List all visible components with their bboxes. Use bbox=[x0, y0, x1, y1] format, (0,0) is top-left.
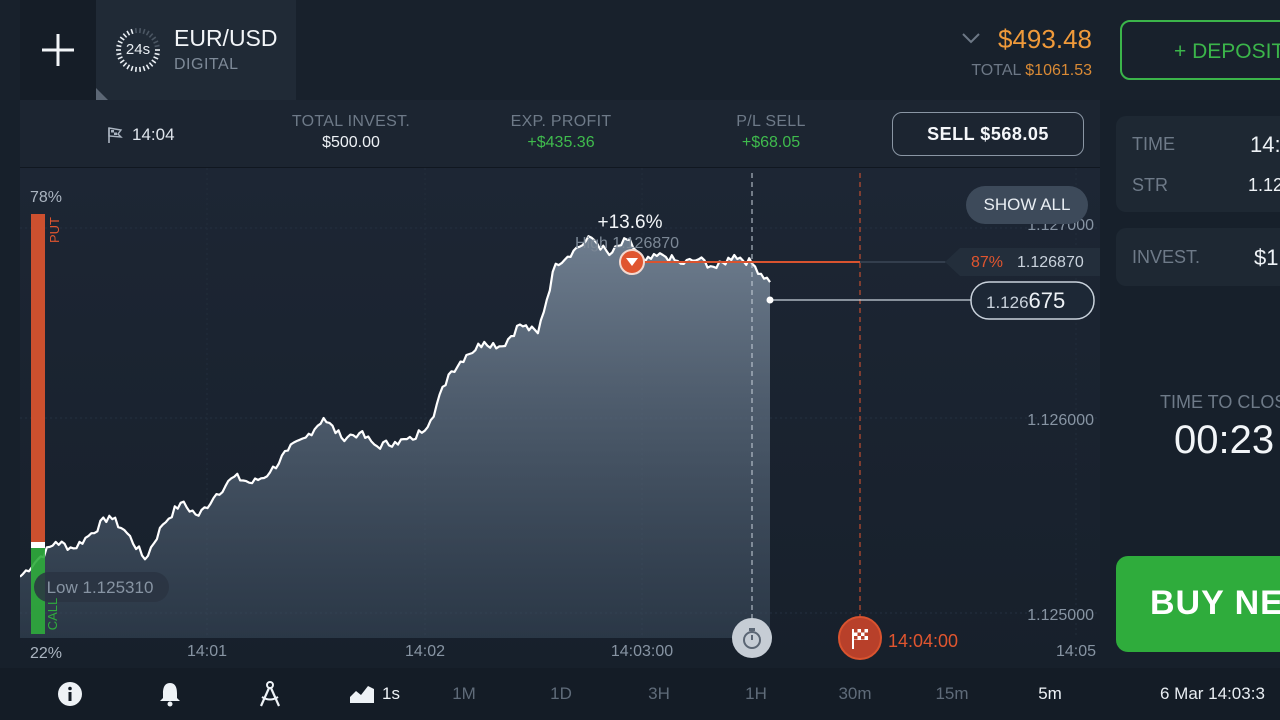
strike-percentage: 87% bbox=[971, 254, 1003, 271]
current-date-time: 6 Mar 14:03:3 bbox=[1160, 684, 1265, 703]
y-tick-label: 1.125000 bbox=[1027, 607, 1094, 624]
total-invest: TOTAL INVEST. $500.00 bbox=[251, 113, 451, 152]
pl-sell-label: P/L SELL bbox=[736, 113, 806, 130]
strike-value: 1.12687 bbox=[1248, 175, 1280, 195]
y-tick-label: 1.126000 bbox=[1027, 412, 1094, 429]
compass-icon bbox=[259, 681, 281, 707]
alerts-button[interactable] bbox=[150, 668, 190, 720]
total-balance: TOTAL $1061.53 bbox=[971, 62, 1092, 80]
high-label: High 1.126870 bbox=[575, 235, 679, 252]
tab-corner-icon bbox=[96, 88, 108, 100]
invest-value: $1 bbox=[1254, 245, 1279, 270]
strike-label: STR bbox=[1132, 175, 1168, 195]
plus-icon bbox=[42, 34, 74, 66]
invest-label: INVEST. bbox=[1132, 247, 1201, 267]
asset-type: DIGITAL bbox=[174, 56, 239, 73]
high-change: +13.6% bbox=[598, 212, 663, 233]
position-info-bar: 14:04 TOTAL INVEST. $500.00 EXP. PROFIT … bbox=[20, 100, 1100, 168]
x-tick-label: 14:01 bbox=[187, 643, 227, 660]
strike-price: 1.126870 bbox=[1017, 254, 1084, 271]
top-bar: 24s EUR/USD DIGITAL $493.48 TOTAL $1061.… bbox=[0, 0, 1280, 100]
exp-profit-label: EXP. PROFIT bbox=[510, 113, 612, 130]
timeframe-1M[interactable]: 1M bbox=[440, 668, 488, 720]
add-asset-button[interactable] bbox=[20, 0, 96, 100]
x-tick-label: 14:05 bbox=[1056, 643, 1096, 660]
put-label: PUT bbox=[47, 217, 62, 243]
time-label: TIME bbox=[1132, 134, 1175, 154]
chart-type-button[interactable]: 1s bbox=[344, 668, 404, 720]
total-label: TOTAL bbox=[971, 62, 1021, 79]
timeframe-1D[interactable]: 1D bbox=[537, 668, 585, 720]
chart-canvas[interactable]: 78% PUT 22% CALL +13.6% High 1.126870 Low 1.12… bbox=[20, 168, 1100, 668]
put-percentage: 78% bbox=[30, 189, 62, 206]
expiry-marker-label: 14:04:00 bbox=[888, 631, 958, 651]
low-label: Low 1.125310 bbox=[47, 578, 154, 597]
price-chart[interactable]: 78% PUT 22% CALL +13.6% High 1.126870 Low 1.12… bbox=[20, 168, 1100, 668]
timer-countdown: 24s bbox=[125, 41, 151, 58]
buy-new-button[interactable]: BUY NEW bbox=[1116, 556, 1280, 652]
deposit-button[interactable]: + DEPOSIT bbox=[1120, 20, 1280, 80]
timeframe-3H[interactable]: 3H bbox=[635, 668, 683, 720]
area-chart-icon bbox=[350, 686, 375, 703]
current-price-dot bbox=[766, 296, 774, 304]
x-tick-label: 14:03:00 bbox=[611, 643, 673, 660]
total-value: $1061.53 bbox=[1025, 62, 1092, 79]
expiry-time: 14:04 bbox=[106, 125, 175, 145]
expiry-time-value: 14:04 bbox=[132, 125, 175, 144]
time-value: 14:04 bbox=[1250, 132, 1280, 157]
info-icon bbox=[58, 682, 82, 706]
exp-profit-value: +$435.36 bbox=[527, 134, 595, 151]
timeframe-30m[interactable]: 30m bbox=[830, 668, 880, 720]
chevron-down-icon[interactable] bbox=[960, 30, 982, 46]
bell-icon bbox=[160, 683, 180, 707]
sentiment-divider bbox=[31, 542, 45, 548]
sell-button[interactable]: SELL $568.05 bbox=[892, 112, 1084, 156]
timeframe-1H[interactable]: 1H bbox=[732, 668, 780, 720]
x-tick-label: 14:02 bbox=[405, 643, 445, 660]
trade-details-card: TIME 14:04 STR 1.12687 bbox=[1116, 116, 1280, 212]
time-to-close-value: 00:23 bbox=[1174, 418, 1275, 462]
time-to-close-label: TIME TO CLOSE bbox=[1160, 392, 1280, 412]
timeframe-5m[interactable]: 5m bbox=[1026, 668, 1074, 720]
asset-tab[interactable]: 24s EUR/USD DIGITAL bbox=[96, 0, 296, 100]
drawing-tools-button[interactable] bbox=[250, 668, 290, 720]
call-label: CALL bbox=[45, 598, 60, 631]
bottom-toolbar: 1s 1M 1D 3H 1H 30m 15m 5m 6 Mar 14:03:3 bbox=[0, 668, 1280, 720]
info-button[interactable] bbox=[50, 668, 90, 720]
invest-card[interactable]: INVEST. $1 bbox=[1116, 228, 1280, 286]
active-interval: 1s bbox=[382, 684, 400, 703]
asset-name: EUR/USD bbox=[174, 25, 278, 51]
total-invest-label: TOTAL INVEST. bbox=[291, 113, 411, 130]
put-sentiment-bar bbox=[31, 214, 45, 544]
pl-sell: P/L SELL +$68.05 bbox=[671, 113, 871, 152]
pl-sell-value: +$68.05 bbox=[741, 134, 801, 151]
finish-flag-icon bbox=[108, 127, 123, 143]
timeframe-15m[interactable]: 15m bbox=[927, 668, 977, 720]
balance-amount[interactable]: $493.48 bbox=[998, 24, 1092, 55]
call-percentage: 22% bbox=[30, 645, 62, 662]
total-invest-value: $500.00 bbox=[322, 134, 380, 151]
exp-profit: EXP. PROFIT +$435.36 bbox=[461, 113, 661, 152]
show-all-button[interactable]: SHOW ALL bbox=[966, 186, 1088, 224]
